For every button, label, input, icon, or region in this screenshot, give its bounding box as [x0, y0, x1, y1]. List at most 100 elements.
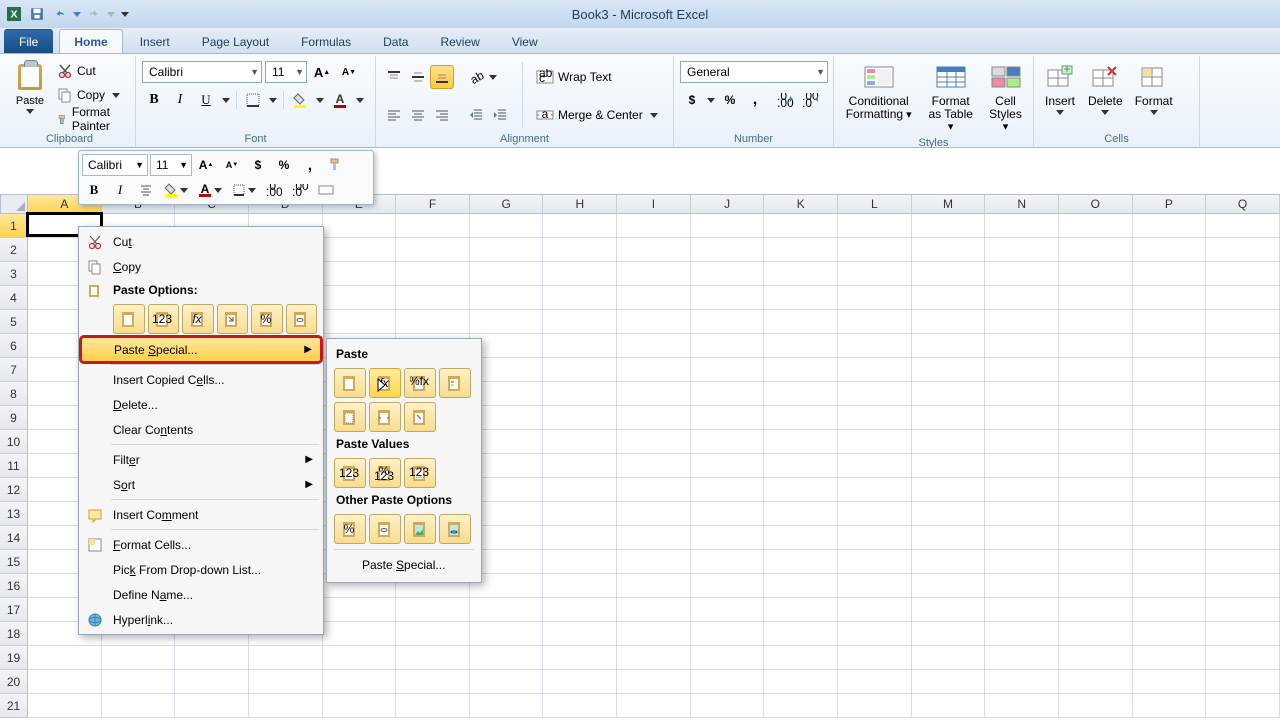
tab-formulas[interactable]: Formulas: [286, 29, 366, 53]
accounting-format-button[interactable]: $: [680, 89, 704, 111]
sm-paste-all[interactable]: [334, 368, 366, 398]
sm-link[interactable]: [369, 514, 401, 544]
row-header-20[interactable]: 20: [0, 670, 28, 694]
decrease-indent-button[interactable]: [464, 104, 488, 126]
tab-review[interactable]: Review: [425, 29, 494, 53]
align-right-button[interactable]: [430, 103, 454, 127]
orientation-button[interactable]: ab: [464, 66, 512, 88]
menu-format-cells[interactable]: Format Cells...: [81, 532, 321, 557]
cell-styles-button[interactable]: Cell Styles ▾: [984, 59, 1027, 135]
row-header-3[interactable]: 3: [0, 262, 28, 286]
column-header-G[interactable]: G: [470, 194, 544, 214]
align-center-button[interactable]: [406, 103, 430, 127]
mini-italic[interactable]: I: [108, 179, 132, 201]
column-header-P[interactable]: P: [1133, 194, 1207, 214]
menu-define-name[interactable]: Define Name...: [81, 582, 321, 607]
menu-cut[interactable]: Cut: [81, 229, 321, 254]
qat-customize[interactable]: [121, 12, 129, 17]
font-color-dropdown[interactable]: [354, 89, 366, 111]
format-as-table-button[interactable]: Format as Table ▾: [921, 59, 980, 135]
tab-insert[interactable]: Insert: [125, 29, 185, 53]
conditional-formatting-button[interactable]: Conditional Formatting ▾: [840, 59, 917, 135]
align-middle-button[interactable]: [406, 65, 430, 89]
font-color-button[interactable]: A: [328, 89, 352, 111]
sm-paste-special-dialog[interactable]: Paste Special...: [334, 553, 474, 577]
increase-decimal-button[interactable]: .0.00: [773, 89, 797, 111]
number-format-combo[interactable]: General▼: [680, 61, 828, 83]
menu-copy[interactable]: Copy: [81, 254, 321, 279]
menu-hyperlink[interactable]: Hyperlink...: [81, 607, 321, 632]
row-header-18[interactable]: 18: [0, 622, 28, 646]
sm-values-source[interactable]: 123: [404, 458, 436, 488]
mini-merge[interactable]: [314, 179, 338, 201]
fill-color-button[interactable]: [288, 89, 312, 111]
row-header-6[interactable]: 6: [0, 334, 28, 358]
sm-formatting[interactable]: %: [334, 514, 366, 544]
increase-indent-button[interactable]: [488, 104, 512, 126]
accounting-dropdown[interactable]: [705, 89, 717, 111]
bold-button[interactable]: B: [142, 89, 166, 111]
select-all-corner[interactable]: [0, 194, 28, 214]
mini-fill-color[interactable]: [160, 179, 192, 201]
mini-percent[interactable]: %: [272, 154, 296, 176]
font-size-combo[interactable]: 11▼: [265, 61, 307, 83]
row-header-9[interactable]: 9: [0, 406, 28, 430]
menu-pick-from-list[interactable]: Pick From Drop-down List...: [81, 557, 321, 582]
row-header-14[interactable]: 14: [0, 526, 28, 550]
borders-button[interactable]: [241, 89, 265, 111]
italic-button[interactable]: I: [168, 89, 192, 111]
undo-button[interactable]: [50, 4, 70, 24]
format-cells-button[interactable]: Format: [1131, 59, 1177, 131]
sm-linked-picture[interactable]: [439, 514, 471, 544]
column-header-F[interactable]: F: [396, 194, 470, 214]
redo-dropdown[interactable]: [107, 12, 115, 17]
paste-option-transpose[interactable]: [217, 304, 249, 334]
cut-button[interactable]: Cut: [54, 60, 129, 82]
wrap-text-button[interactable]: abcWrap Text: [533, 66, 661, 88]
column-header-Q[interactable]: Q: [1206, 194, 1280, 214]
menu-clear-contents[interactable]: Clear Contents: [81, 417, 321, 442]
row-header-13[interactable]: 13: [0, 502, 28, 526]
grow-font-button[interactable]: A▲: [310, 61, 334, 83]
mini-format-painter[interactable]: [324, 154, 348, 176]
mini-currency[interactable]: $: [246, 154, 270, 176]
row-header-16[interactable]: 16: [0, 574, 28, 598]
percent-button[interactable]: %: [718, 89, 742, 111]
undo-dropdown[interactable]: [73, 12, 81, 17]
mini-bold[interactable]: B: [82, 179, 106, 201]
menu-filter[interactable]: Filter▶: [81, 447, 321, 472]
sm-picture[interactable]: [404, 514, 436, 544]
mini-borders[interactable]: [228, 179, 260, 201]
column-header-O[interactable]: O: [1059, 194, 1133, 214]
sm-paste-no-borders[interactable]: [334, 402, 366, 432]
font-name-combo[interactable]: Calibri▼: [142, 61, 262, 83]
row-header-19[interactable]: 19: [0, 646, 28, 670]
mini-grow-font[interactable]: A▲: [194, 154, 218, 176]
sm-paste-formulas-num[interactable]: %fx: [404, 368, 436, 398]
mini-align-center[interactable]: [134, 179, 158, 201]
menu-insert-copied-cells[interactable]: Insert Copied Cells...: [81, 367, 321, 392]
tab-file[interactable]: File: [4, 29, 53, 53]
column-header-M[interactable]: M: [912, 194, 986, 214]
tab-page-layout[interactable]: Page Layout: [187, 29, 284, 53]
sm-paste-formulas[interactable]: fx: [369, 368, 401, 398]
underline-button[interactable]: U: [194, 89, 218, 111]
mini-increase-decimal[interactable]: .0.00: [262, 179, 286, 201]
column-header-I[interactable]: I: [617, 194, 691, 214]
column-header-J[interactable]: J: [691, 194, 765, 214]
merge-center-button[interactable]: aMerge & Center: [533, 104, 661, 126]
sm-paste-column-widths[interactable]: [369, 402, 401, 432]
format-painter-button[interactable]: Format Painter: [54, 108, 129, 130]
mini-font-combo[interactable]: Calibri▼: [82, 154, 148, 176]
menu-paste-special[interactable]: Paste Special...▶: [81, 337, 321, 362]
row-header-12[interactable]: 12: [0, 478, 28, 502]
redo-button[interactable]: [84, 4, 104, 24]
align-left-button[interactable]: [382, 103, 406, 127]
column-header-H[interactable]: H: [543, 194, 617, 214]
underline-dropdown[interactable]: [220, 89, 232, 111]
copy-button[interactable]: Copy: [54, 84, 129, 106]
paste-option-formatting[interactable]: %: [251, 304, 283, 334]
row-header-17[interactable]: 17: [0, 598, 28, 622]
excel-icon[interactable]: X: [4, 4, 24, 24]
mini-decrease-decimal[interactable]: .00.0: [288, 179, 312, 201]
